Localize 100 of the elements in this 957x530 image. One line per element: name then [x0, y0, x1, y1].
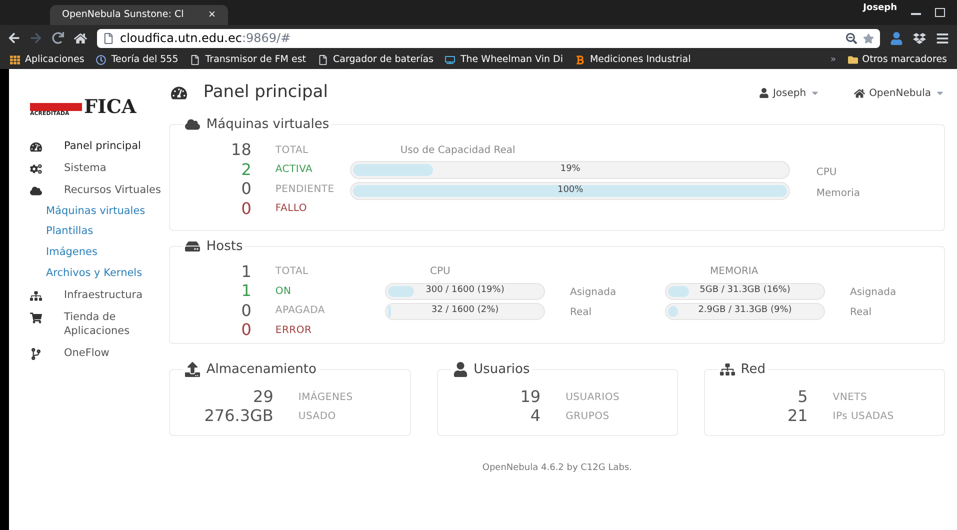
stat-label: TOTAL [275, 144, 308, 158]
blog-icon [574, 55, 585, 65]
stat-label: IMÁGENES [298, 390, 353, 404]
address-field[interactable]: cloudfica.utn.edu.ec:9869/# [97, 28, 880, 48]
upload-icon [185, 362, 200, 378]
stat-value: 2 [240, 162, 252, 178]
progress-text: 5GB / 31.3GB (16%) [698, 284, 792, 298]
page-icon [103, 32, 114, 44]
user-icon [452, 362, 468, 378]
sidebar-subitem[interactable]: Imágenes [30, 242, 170, 264]
cart-icon [30, 312, 42, 324]
stat-label: ACTIVA [275, 163, 313, 178]
page-icon [318, 55, 328, 65]
home-icon[interactable] [74, 32, 87, 44]
restore-icon[interactable] [935, 8, 945, 17]
group-title: MEMORIA [709, 265, 760, 279]
panel-title: Hosts [206, 238, 243, 256]
clock-icon [96, 55, 106, 65]
bookmark[interactable]: Cargador de baterías [318, 52, 434, 68]
progress-text: 32 / 1600 (2%) [430, 304, 500, 318]
stat-label: APAGADA [275, 304, 325, 318]
sidebar-subitem[interactable]: Plantillas [30, 222, 170, 242]
sidebar-item[interactable]: Recursos Virtuales [30, 179, 170, 201]
bar-label: Memoria [816, 186, 860, 200]
stat-value: 19 [519, 389, 541, 405]
stat-label: FALLO [275, 202, 307, 216]
stat-value: 29 [252, 389, 274, 405]
person-icon[interactable] [890, 32, 903, 44]
cloud-icon [30, 185, 42, 197]
footer-text: OpenNebula 4.6.2 by C12G Labs. [481, 462, 633, 474]
bookmark[interactable]: Mediciones Industrial [574, 52, 691, 68]
grid-icon [10, 55, 20, 65]
bookmark[interactable]: The Wheelman Vin Di [445, 52, 563, 68]
stat-label: GRUPOS [566, 410, 610, 424]
bookmark[interactable]: Aplicaciones [10, 52, 84, 68]
drive-icon [185, 238, 200, 254]
cloud-icon [185, 117, 200, 132]
panel-title: Usuarios [474, 361, 530, 379]
progress-text: 19% [559, 163, 582, 176]
more-bookmarks[interactable]: » [830, 52, 836, 68]
page-title: Panel principal [203, 81, 328, 104]
stat-value: 0 [240, 302, 252, 319]
stat-value: 5 [796, 389, 808, 405]
folder-icon [848, 55, 858, 65]
usage-title: Uso de Capacidad Real [400, 144, 516, 158]
sidebar-item[interactable]: Tienda de Aplicaciones [30, 306, 170, 342]
stat-label: TOTAL [275, 265, 308, 280]
user-menu[interactable]: Joseph [758, 86, 820, 100]
reload-icon[interactable] [52, 32, 64, 44]
stat-value: 0 [240, 200, 252, 217]
bookmark-folder[interactable]: Otros marcadores [848, 52, 947, 68]
sidebar-item[interactable]: Panel principal [30, 135, 170, 157]
sidebar-item[interactable]: OneFlow [30, 342, 170, 364]
stat-value: 1 [240, 283, 252, 300]
stat-label: ON [275, 284, 292, 299]
tv-icon [445, 55, 456, 65]
home-icon [854, 88, 866, 98]
sidebar-item[interactable]: Sistema [30, 157, 170, 179]
user-icon [758, 88, 769, 98]
panel-title: Máquinas virtuales [206, 116, 330, 134]
bookmark[interactable]: Teoría del 555 [96, 52, 178, 68]
stat-value: 0 [240, 181, 252, 198]
progress-text: 300 / 1600 (19%) [424, 284, 506, 298]
sitemap-icon [30, 290, 42, 302]
dashboard-icon [30, 141, 42, 153]
stat-value: 18 [230, 142, 252, 158]
stat-value: 276.3GB [203, 408, 274, 424]
stat-label: IPs USADAS [832, 410, 894, 424]
bookmark[interactable]: Transmisor de FM est [190, 52, 306, 68]
stat-value: 4 [529, 408, 541, 424]
bar-label: Real [570, 306, 592, 320]
star-icon[interactable] [863, 32, 874, 44]
sidebar-subitem[interactable]: Máquinas virtuales [30, 201, 170, 222]
bar-label: Real [850, 306, 872, 320]
logo-text: FICA [84, 98, 136, 117]
stat-label: ERROR [275, 324, 312, 338]
stat-value: 21 [786, 408, 808, 424]
logo-mark [30, 102, 82, 110]
profile-name[interactable]: Joseph [863, 2, 897, 15]
close-icon[interactable]: × [208, 8, 216, 22]
gears-icon [30, 163, 42, 175]
stat-value: 0 [240, 322, 252, 338]
dropbox-icon[interactable] [913, 32, 926, 44]
progress-text: 2.9GB / 31.3GB (9%) [697, 304, 793, 318]
back-icon[interactable] [8, 32, 20, 44]
zoom-icon[interactable] [846, 32, 857, 44]
sidebar-subitem[interactable]: Archivos y Kernels [30, 263, 170, 284]
stat-value: 1 [240, 264, 252, 280]
sidebar-item[interactable]: Infraestructura [30, 284, 170, 306]
stat-label: PENDIENTE [275, 182, 334, 197]
bar-label: Asignada [850, 286, 896, 300]
browser-tab[interactable]: OpenNebula Sunstone: Cl × [50, 5, 228, 25]
sitemap-icon [720, 362, 735, 378]
dashboard-icon [171, 85, 188, 101]
menu-icon[interactable] [936, 32, 949, 44]
stat-label: USADO [298, 410, 336, 424]
bar-label: Asignada [570, 286, 616, 300]
branch-icon [30, 348, 42, 360]
zone-menu[interactable]: OpenNebula [854, 86, 945, 100]
page-icon [190, 55, 200, 65]
